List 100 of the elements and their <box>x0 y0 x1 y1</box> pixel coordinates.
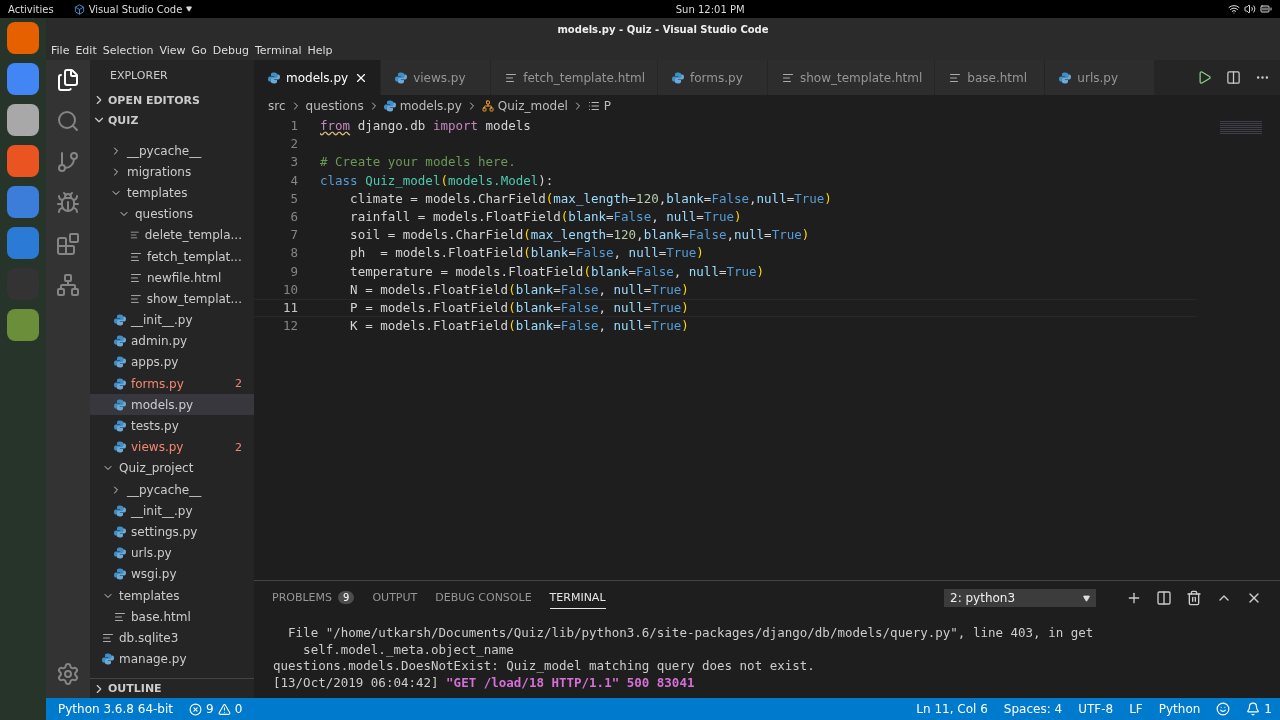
smiley-icon[interactable] <box>1216 702 1231 716</box>
tree-item[interactable]: __init__.py <box>90 500 254 522</box>
play-icon[interactable] <box>1197 70 1212 85</box>
files-icon[interactable] <box>56 68 80 92</box>
tree-item[interactable]: models.py <box>90 394 254 416</box>
split-icon[interactable] <box>1156 590 1172 606</box>
tree-item[interactable]: migrations <box>90 161 254 183</box>
panel-tab[interactable]: PROBLEMS 9 <box>272 587 355 609</box>
branch-icon[interactable] <box>56 150 80 174</box>
tree-item[interactable]: __pycache__ <box>90 479 254 501</box>
panel-tab[interactable]: OUTPUT <box>372 587 418 609</box>
interpreter-status[interactable]: Python 3.6.8 64-bit <box>58 702 173 716</box>
tree-item[interactable]: wsgi.py <box>90 563 254 585</box>
editor-tab[interactable]: fetch_template.html <box>491 60 658 95</box>
tree-item[interactable]: newfile.html <box>90 267 254 289</box>
menu-item[interactable]: Help <box>304 43 336 57</box>
tree-item[interactable]: fetch_templat... <box>90 245 254 268</box>
tree-item[interactable]: apps.py <box>90 351 254 374</box>
store-app-icon[interactable] <box>7 145 39 177</box>
help-app-icon[interactable] <box>7 186 39 218</box>
tree-item[interactable]: views.py 2 <box>90 436 254 458</box>
tree-item[interactable]: manage.py <box>90 648 254 670</box>
encoding-status[interactable]: UTF-8 <box>1078 702 1114 716</box>
python-icon <box>114 335 126 348</box>
network-icon[interactable] <box>56 273 80 297</box>
code-line: temperature = models.FloatField(blank=False, null=True) <box>349 263 765 280</box>
eol-status[interactable]: LF <box>1129 702 1143 716</box>
editor-tab[interactable]: urls.py <box>1045 60 1156 95</box>
plus-icon[interactable] <box>1126 590 1142 606</box>
menu-item[interactable]: File <box>48 43 73 57</box>
sidebar-title: EXPLORER <box>109 67 169 84</box>
tree-item[interactable]: db.sqlite3 <box>90 627 254 649</box>
terminal-line: self.model._meta.object_name <box>302 641 515 658</box>
tree-item[interactable]: tests.py <box>90 415 254 437</box>
editor-tab[interactable]: views.py <box>381 60 492 95</box>
panel-tab[interactable]: TERMINAL <box>549 587 606 609</box>
tree-item[interactable]: templates <box>90 584 254 607</box>
clock[interactable]: Sun 12:01 PM <box>675 3 745 15</box>
settings-icon[interactable] <box>56 662 80 686</box>
files-app-icon[interactable] <box>7 104 39 136</box>
tree-item[interactable]: admin.py <box>90 330 254 352</box>
python-icon <box>114 377 126 390</box>
wifi-icon[interactable] <box>1228 3 1240 15</box>
menu-item[interactable]: Go <box>188 43 210 57</box>
line-number: 5 <box>289 190 298 207</box>
panel-tab[interactable]: DEBUG CONSOLE <box>435 587 532 609</box>
lines-icon <box>782 71 794 84</box>
language-status[interactable]: Python <box>1158 702 1201 716</box>
editor-tab[interactable]: show_template.html <box>768 60 936 95</box>
menu-item[interactable]: Debug <box>209 43 252 57</box>
activities-button[interactable]: Activities <box>8 3 54 15</box>
bug-icon[interactable] <box>56 191 80 215</box>
editor-tab[interactable]: forms.py <box>658 60 768 95</box>
breadcrumb-item[interactable]: models.py <box>399 99 462 113</box>
tree-item[interactable]: templates <box>90 182 254 204</box>
field-icon <box>587 100 600 112</box>
browser-app-icon[interactable] <box>7 22 39 54</box>
battery-icon[interactable] <box>1260 3 1272 15</box>
menu-item[interactable]: View <box>156 43 189 57</box>
editor-tab[interactable]: base.html <box>935 60 1046 95</box>
volume-icon[interactable] <box>1244 3 1256 15</box>
tree-item[interactable]: delete_templa... <box>90 224 254 246</box>
trash-icon[interactable] <box>1186 590 1202 606</box>
section-header[interactable]: OUTLINE <box>108 682 162 695</box>
editor-app-icon[interactable] <box>7 227 39 259</box>
browser-app-icon[interactable] <box>7 63 39 95</box>
viewer-app-icon[interactable] <box>7 309 39 341</box>
breadcrumb-item[interactable]: P <box>603 99 612 113</box>
tree-item[interactable]: show_templat... <box>90 288 254 310</box>
tree-item[interactable]: forms.py 2 <box>90 373 254 395</box>
tree-item[interactable]: base.html <box>90 606 254 628</box>
class-icon <box>481 100 494 112</box>
tree-item[interactable]: urls.py <box>90 542 254 564</box>
tree-item[interactable]: Quiz_project <box>90 457 254 479</box>
tree-item[interactable]: __init__.py <box>90 309 254 331</box>
tree-item[interactable]: settings.py <box>90 521 254 543</box>
search-icon[interactable] <box>56 109 80 133</box>
bell-icon[interactable] <box>1246 702 1261 716</box>
section-header[interactable]: OPEN EDITORS <box>108 93 200 107</box>
notification-count[interactable]: 1 <box>1264 702 1272 716</box>
app-menu[interactable]: Visual Studio Code <box>88 3 183 15</box>
breadcrumb-item[interactable]: src <box>268 99 286 113</box>
menu-item[interactable]: Terminal <box>252 43 305 57</box>
blocks-icon[interactable] <box>56 232 80 256</box>
menu-item[interactable]: Edit <box>72 43 100 57</box>
caret-icon <box>1083 594 1090 602</box>
section-header[interactable]: QUIZ <box>108 113 139 127</box>
terminal-select[interactable]: 2: python3 <box>944 589 1096 607</box>
tree-item[interactable]: __pycache__ <box>90 140 254 162</box>
warning-count[interactable]: 0 <box>234 702 243 716</box>
menu-item[interactable]: Selection <box>99 43 157 57</box>
indent-status[interactable]: Spaces: 4 <box>1003 702 1063 716</box>
code-line: N = models.FloatField(blank=False, null=True) <box>349 281 689 298</box>
tree-item[interactable]: questions <box>90 203 254 225</box>
editor-tab[interactable]: models.py <box>254 60 382 95</box>
cursor-position[interactable]: Ln 11, Col 6 <box>916 702 988 716</box>
breadcrumb-item[interactable]: Quiz_model <box>497 99 568 113</box>
error-count[interactable]: 9 <box>206 702 214 716</box>
breadcrumb-item[interactable]: questions <box>305 99 364 113</box>
split-icon[interactable] <box>1226 70 1241 85</box>
